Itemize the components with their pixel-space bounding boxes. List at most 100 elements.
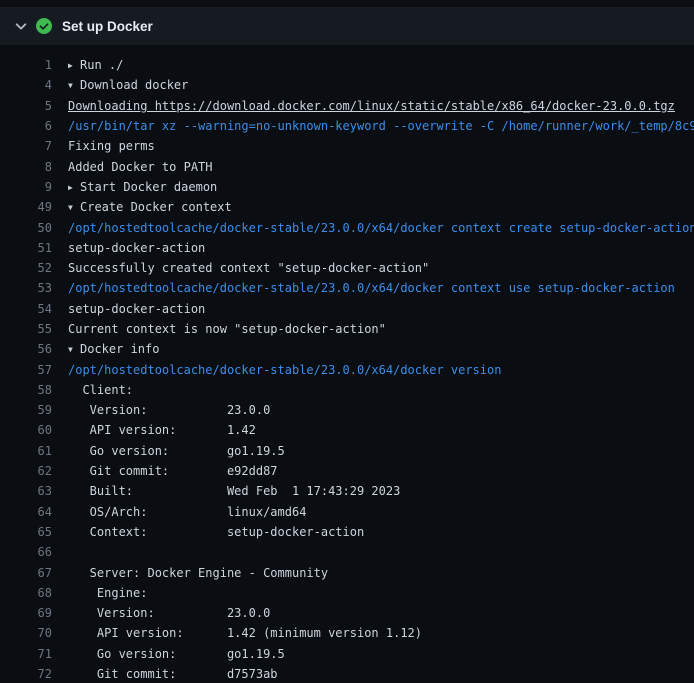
log-line: 1 ▶Run ./: [0, 55, 694, 75]
log-group-toggle[interactable]: ▶Start Docker daemon: [68, 180, 694, 194]
log-group-label: Create Docker context: [80, 200, 232, 214]
line-number[interactable]: 62: [0, 464, 52, 478]
line-number[interactable]: 53: [0, 281, 52, 295]
line-number[interactable]: 65: [0, 525, 52, 539]
log-line: 68 Engine:: [0, 583, 694, 603]
log-line: 59 Version: 23.0.0: [0, 400, 694, 420]
log-line: 55 Current context is now "setup-docker-a…: [0, 319, 694, 339]
log-text: Version: 23.0.0: [68, 403, 694, 417]
line-number[interactable]: 7: [0, 139, 52, 153]
log-line: 67 Server: Docker Engine - Community: [0, 562, 694, 582]
log-group-label: Docker info: [80, 342, 159, 356]
log-group-label: Start Docker daemon: [80, 180, 217, 194]
line-number[interactable]: 1: [0, 58, 52, 72]
log-line: 66: [0, 542, 694, 562]
log-text: Version: 23.0.0: [68, 606, 694, 620]
triangle-right-icon[interactable]: ▶: [68, 61, 80, 70]
log-line: 6/usr/bin/tar xz --warning=no-unknown-ke…: [0, 116, 694, 136]
log-line: 57/opt/hostedtoolcache/docker-stable/23.…: [0, 359, 694, 379]
log-text: Client:: [68, 383, 694, 397]
line-number[interactable]: 54: [0, 302, 52, 316]
log-line: 56 ▼Docker info: [0, 339, 694, 359]
log-text: setup-docker-action: [68, 302, 694, 316]
line-number[interactable]: 4: [0, 78, 52, 92]
check-circle-icon: [36, 18, 52, 34]
line-number[interactable]: 57: [0, 363, 52, 377]
log-command-text: /opt/hostedtoolcache/docker-stable/23.0.…: [68, 363, 694, 377]
log-line: 51 setup-docker-action: [0, 238, 694, 258]
log-text: Downloading https://download.docker.com/…: [68, 99, 694, 113]
line-number[interactable]: 64: [0, 505, 52, 519]
log-line: 71 Go version: go1.19.5: [0, 644, 694, 664]
log-group-toggle[interactable]: ▶Run ./: [68, 58, 694, 72]
line-number[interactable]: 71: [0, 647, 52, 661]
line-number[interactable]: 8: [0, 160, 52, 174]
log-text: setup-docker-action: [68, 241, 694, 255]
line-number[interactable]: 5: [0, 99, 52, 113]
line-number[interactable]: 9: [0, 180, 52, 194]
log-text: Git commit: d7573ab: [68, 667, 694, 681]
line-number[interactable]: 51: [0, 241, 52, 255]
log-line: 50/opt/hostedtoolcache/docker-stable/23.…: [0, 217, 694, 237]
log-group-toggle[interactable]: ▼Create Docker context: [68, 200, 694, 214]
line-number[interactable]: 60: [0, 423, 52, 437]
log-line: 4 ▼Download docker: [0, 75, 694, 95]
log-line: 53/opt/hostedtoolcache/docker-stable/23.…: [0, 278, 694, 298]
log-text: Current context is now "setup-docker-act…: [68, 322, 694, 336]
log-text: Server: Docker Engine - Community: [68, 566, 694, 580]
line-number[interactable]: 50: [0, 221, 52, 235]
step-header[interactable]: Set up Docker: [0, 7, 694, 45]
triangle-right-icon[interactable]: ▶: [68, 183, 80, 192]
log-link[interactable]: https://download.docker.com/linux/static…: [155, 99, 675, 113]
log-line: 70 API version: 1.42 (minimum version 1.…: [0, 623, 694, 643]
triangle-down-icon[interactable]: ▼: [68, 345, 80, 354]
log-line: 52Successfully created context "setup-do…: [0, 258, 694, 278]
log-line: 54 setup-docker-action: [0, 299, 694, 319]
log-line: 49 ▼Create Docker context: [0, 197, 694, 217]
log-group-toggle[interactable]: ▼Docker info: [68, 342, 694, 356]
log-text: API version: 1.42: [68, 423, 694, 437]
log-line: 69 Version: 23.0.0: [0, 603, 694, 623]
log-text: Go version: go1.19.5: [68, 444, 694, 458]
log-text: Context: setup-docker-action: [68, 525, 694, 539]
log-text: Fixing perms: [68, 139, 694, 153]
log-text: Engine:: [68, 586, 694, 600]
log-command-text: /opt/hostedtoolcache/docker-stable/23.0.…: [68, 281, 694, 295]
log-text: API version: 1.42 (minimum version 1.12): [68, 626, 694, 640]
log-text-prefix: Downloading: [68, 99, 155, 113]
line-number[interactable]: 6: [0, 119, 52, 133]
line-number[interactable]: 69: [0, 606, 52, 620]
log-group-label: Run ./: [80, 58, 123, 72]
log-command-text: /opt/hostedtoolcache/docker-stable/23.0.…: [68, 221, 694, 235]
log-line: 8Added Docker to PATH: [0, 156, 694, 176]
line-number[interactable]: 68: [0, 586, 52, 600]
log-text: OS/Arch: linux/amd64: [68, 505, 694, 519]
line-number[interactable]: 72: [0, 667, 52, 681]
log-command-text: /usr/bin/tar xz --warning=no-unknown-key…: [68, 119, 694, 133]
line-number[interactable]: 58: [0, 383, 52, 397]
line-number[interactable]: 61: [0, 444, 52, 458]
log-line: 64 OS/Arch: linux/amd64: [0, 502, 694, 522]
line-number[interactable]: 70: [0, 626, 52, 640]
log-line: 72 Git commit: d7573ab: [0, 664, 694, 683]
log-line: 65 Context: setup-docker-action: [0, 522, 694, 542]
chevron-down-icon[interactable]: [14, 19, 36, 33]
triangle-down-icon[interactable]: ▼: [68, 203, 80, 212]
log-line: 60 API version: 1.42: [0, 420, 694, 440]
line-number[interactable]: 49: [0, 200, 52, 214]
log-line: 7 Fixing perms: [0, 136, 694, 156]
line-number[interactable]: 55: [0, 322, 52, 336]
line-number[interactable]: 66: [0, 545, 52, 559]
line-number[interactable]: 56: [0, 342, 52, 356]
line-number[interactable]: 52: [0, 261, 52, 275]
triangle-down-icon[interactable]: ▼: [68, 81, 80, 90]
log-group-toggle[interactable]: ▼Download docker: [68, 78, 694, 92]
line-number[interactable]: 59: [0, 403, 52, 417]
line-number[interactable]: 63: [0, 484, 52, 498]
log-text: Built: Wed Feb 1 17:43:29 2023: [68, 484, 694, 498]
log-line: 62 Git commit: e92dd87: [0, 461, 694, 481]
log-line: 63 Built: Wed Feb 1 17:43:29 2023: [0, 481, 694, 501]
log-group-label: Download docker: [80, 78, 188, 92]
log-text: Git commit: e92dd87: [68, 464, 694, 478]
line-number[interactable]: 67: [0, 566, 52, 580]
